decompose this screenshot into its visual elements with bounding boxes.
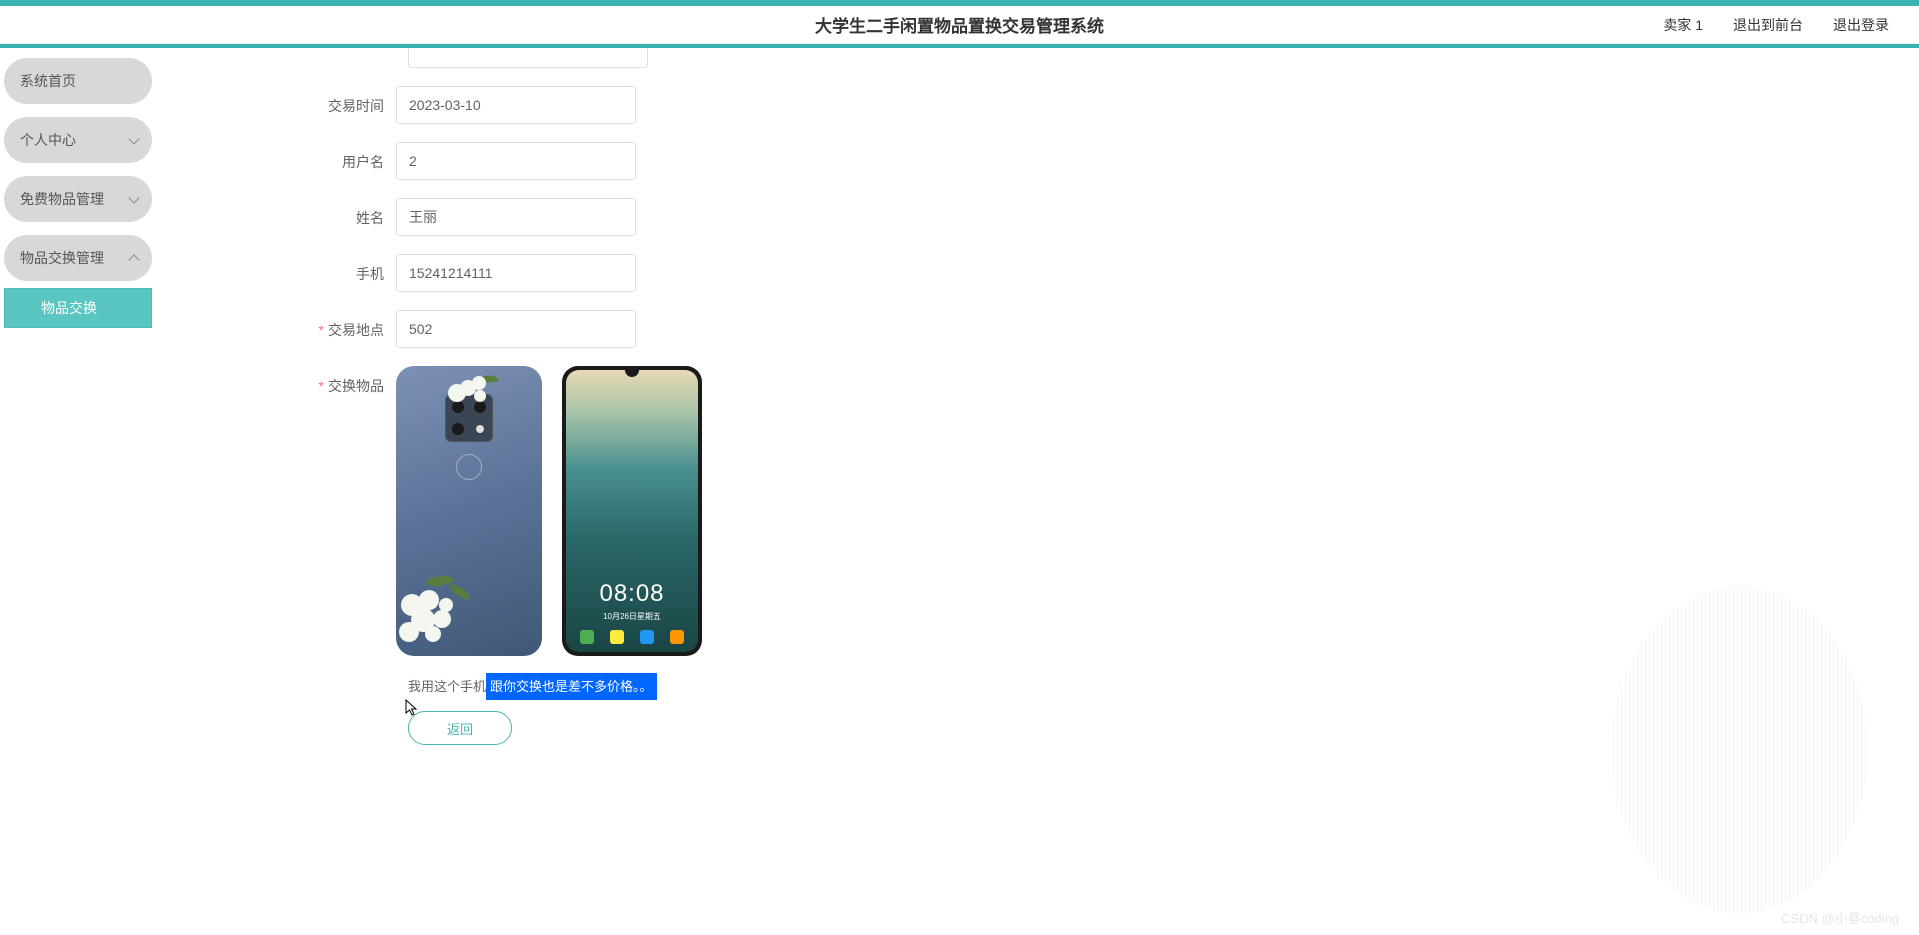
name-label: 姓名	[186, 198, 396, 228]
message-highlighted: 跟你交换也是差不多价格。。	[486, 673, 657, 700]
logout-link[interactable]: 退出登录	[1833, 15, 1889, 35]
user-label[interactable]: 卖家 1	[1663, 15, 1703, 35]
form-row-phone: 手机	[186, 254, 1889, 292]
exchange-item-label: *交换物品	[186, 366, 396, 396]
phone-time-display: 08:08	[566, 580, 698, 608]
message-prefix: 我用这个手机	[408, 679, 486, 694]
exit-to-front-link[interactable]: 退出到前台	[1733, 15, 1803, 35]
partial-input-top[interactable]	[408, 48, 648, 68]
fingerprint-icon	[456, 454, 482, 480]
decorative-circle-pattern	[1609, 585, 1869, 915]
sidebar-item-home[interactable]: 系统首页	[4, 58, 152, 104]
header: 大学生二手闲置物品置换交易管理系统 卖家 1 退出到前台 退出登录	[0, 6, 1919, 44]
cursor-icon	[405, 699, 419, 717]
name-input[interactable]	[396, 198, 636, 236]
form-row-location: *交易地点	[186, 310, 1889, 348]
header-right: 卖家 1 退出到前台 退出登录	[1663, 15, 1889, 35]
form-row-trade-time: 交易时间	[186, 86, 1889, 124]
watermark: CSDN @小蔡coding	[1781, 908, 1899, 927]
phone-notch-icon	[625, 370, 639, 377]
location-input[interactable]	[396, 310, 636, 348]
phone-input[interactable]	[396, 254, 636, 292]
phone-date-display: 10月26日星期五	[566, 611, 698, 622]
trade-time-input[interactable]	[396, 86, 636, 124]
phone-back-image	[396, 366, 542, 656]
form-row-name: 姓名	[186, 198, 1889, 236]
sidebar-item-personal[interactable]: 个人中心	[4, 117, 152, 163]
phone-dock	[572, 628, 692, 646]
sidebar-item-free-goods[interactable]: 免费物品管理	[4, 176, 152, 222]
sidebar-item-label: 个人中心	[20, 130, 76, 150]
sidebar-item-exchange-mgmt[interactable]: 物品交换管理	[4, 235, 152, 281]
exchange-item-images: 08:08 10月26日星期五	[396, 366, 702, 656]
sidebar-item-label: 物品交换管理	[20, 248, 104, 268]
sidebar-sub-exchange[interactable]: 物品交换	[4, 288, 152, 328]
phone-front-image: 08:08 10月26日星期五	[562, 366, 702, 656]
username-input[interactable]	[396, 142, 636, 180]
location-label: *交易地点	[186, 310, 396, 340]
trade-time-label: 交易时间	[186, 86, 396, 116]
sidebar-item-label: 免费物品管理	[20, 189, 104, 209]
username-label: 用户名	[186, 142, 396, 172]
phone-label: 手机	[186, 254, 396, 284]
return-button[interactable]: 返回	[408, 711, 512, 745]
page-title: 大学生二手闲置物品置换交易管理系统	[815, 12, 1104, 37]
sidebar: 系统首页 个人中心 免费物品管理 物品交换管理 物品交换	[0, 48, 156, 935]
form-row-username: 用户名	[186, 142, 1889, 180]
